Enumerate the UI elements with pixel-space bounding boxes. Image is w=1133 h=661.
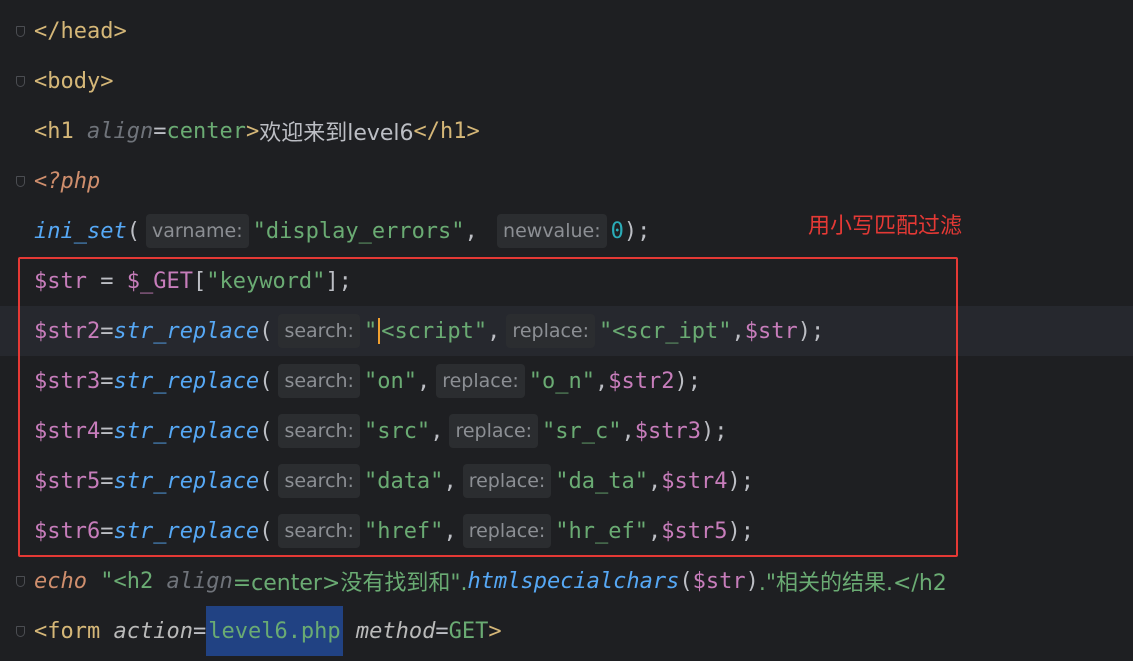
code-line[interactable]: </head > bbox=[0, 6, 1133, 56]
code-token: =center>没有找到和". bbox=[232, 571, 468, 596]
code-token: 0 bbox=[610, 218, 624, 244]
code-token: < bbox=[34, 618, 48, 644]
code-line[interactable]: echo "<h2 align =center>没有找到和". htmlspecia… bbox=[0, 556, 1133, 606]
code-token: <?php bbox=[34, 168, 101, 194]
parameter-hint: newvalue: bbox=[497, 214, 607, 248]
code-token: < bbox=[34, 68, 48, 94]
code-token: align bbox=[166, 568, 233, 594]
code-token: "<h2 bbox=[86, 568, 167, 594]
code-token: ( bbox=[679, 568, 693, 594]
code-token: echo bbox=[34, 568, 87, 594]
code-token: = bbox=[435, 618, 449, 644]
code-line[interactable]: ini_set(varname: "display_errors", newval… bbox=[0, 206, 1133, 256]
code-token: h1 bbox=[440, 118, 467, 144]
code-line[interactable]: < form action = level6.php method = GET > bbox=[0, 606, 1133, 656]
code-token: align bbox=[87, 118, 154, 144]
code-token: GET bbox=[448, 618, 489, 644]
code-token: > bbox=[245, 118, 260, 144]
code-token: ini_set bbox=[34, 218, 127, 244]
fold-icon[interactable] bbox=[14, 56, 26, 106]
code-token: > bbox=[113, 18, 127, 44]
parameter-hint: varname: bbox=[145, 214, 249, 248]
code-token: = bbox=[153, 118, 167, 144]
code-token: level6.php bbox=[208, 618, 341, 644]
code-token: body bbox=[47, 68, 101, 94]
code-token: htmlspecialchars bbox=[467, 568, 680, 594]
code-token: , bbox=[464, 218, 478, 244]
code-line[interactable]: < h1 align = center > 欢迎来到level6 </h1 > bbox=[0, 106, 1133, 156]
code-token: ( bbox=[126, 218, 140, 244]
code-token: = bbox=[192, 618, 207, 644]
code-token: </ bbox=[413, 118, 441, 144]
code-token: ); bbox=[623, 218, 651, 244]
code-token: > bbox=[466, 118, 480, 144]
code-token: head bbox=[60, 18, 114, 44]
code-token: form bbox=[47, 618, 101, 644]
code-token: </ bbox=[34, 18, 61, 44]
fold-icon[interactable] bbox=[14, 156, 26, 206]
code-line[interactable]: <?php bbox=[0, 156, 1133, 206]
code-token: $str bbox=[692, 568, 746, 594]
code-token: "display_errors" bbox=[252, 218, 465, 244]
code-editor[interactable]: </head > < body > < h1 align = center > 欢迎来到leve… bbox=[0, 0, 1133, 661]
code-token: ."相关的结果.</h2 bbox=[758, 571, 947, 596]
fold-icon[interactable] bbox=[14, 556, 26, 606]
code-token: action bbox=[113, 618, 193, 644]
code-token: method bbox=[355, 618, 436, 644]
fold-icon[interactable] bbox=[14, 6, 26, 56]
code-token: ) bbox=[745, 568, 759, 594]
code-token: > bbox=[488, 618, 502, 644]
annotation-label: 用小写匹配过滤 bbox=[808, 214, 963, 239]
code-token: h1 bbox=[47, 118, 74, 144]
fold-icon[interactable] bbox=[14, 606, 26, 656]
code-token: center bbox=[166, 118, 246, 144]
selection-highlight: level6.php bbox=[206, 606, 343, 656]
code-line[interactable]: < body > bbox=[0, 56, 1133, 106]
code-token: 欢迎来到level6 bbox=[259, 121, 414, 146]
code-token: < bbox=[34, 118, 48, 144]
annotation-box bbox=[18, 257, 958, 557]
code-token: > bbox=[100, 68, 114, 94]
